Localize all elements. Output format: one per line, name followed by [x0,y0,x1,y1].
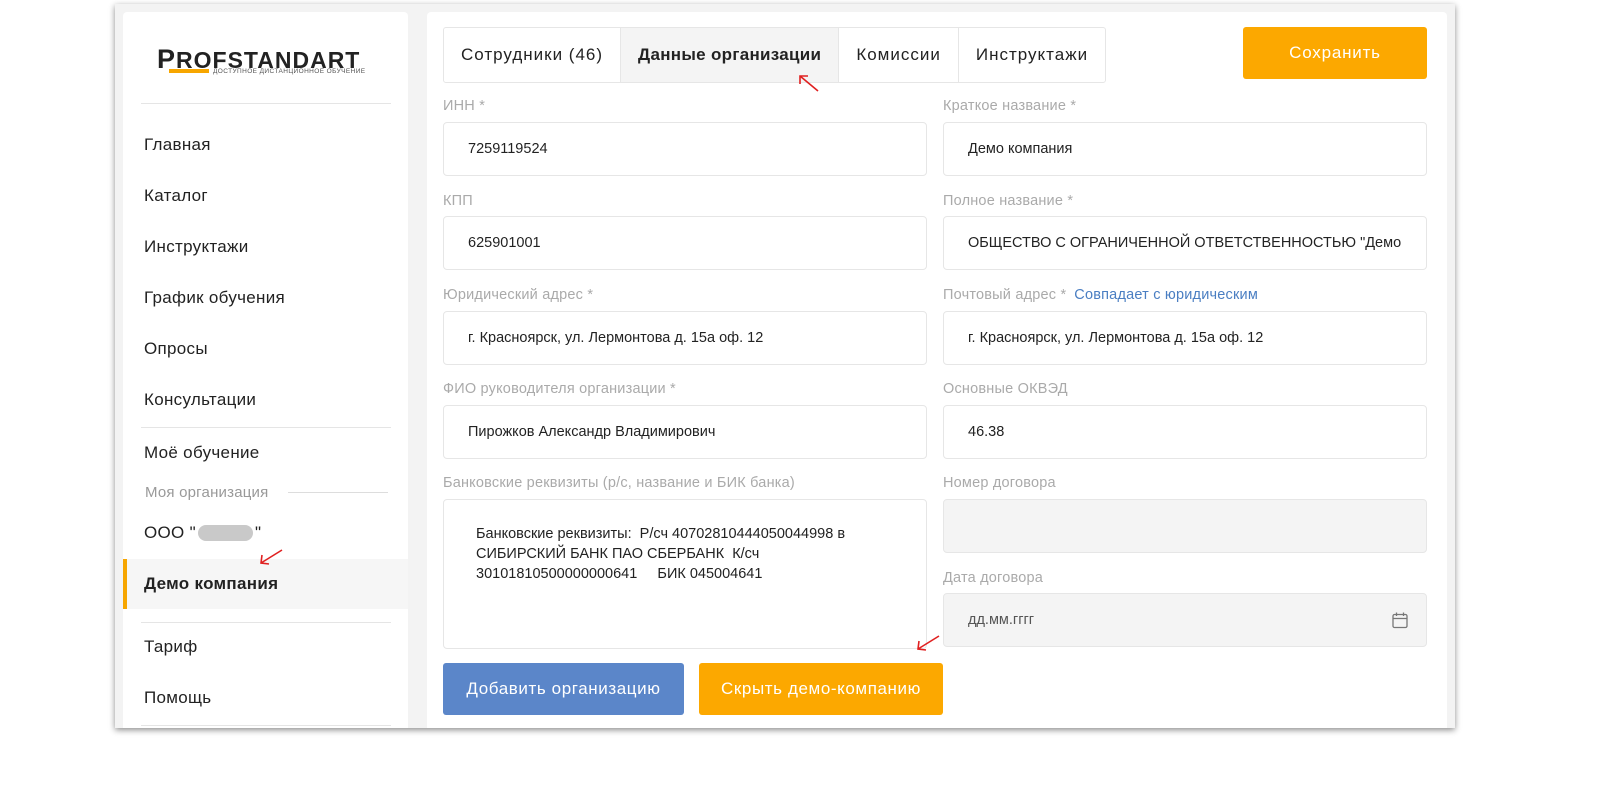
annotation-arrow-icon [260,549,283,565]
contract-number-label: Номер договора [943,475,1056,491]
kpp-field[interactable]: 625901001 [443,216,927,270]
org-prefix: ООО " [144,523,196,542]
bank-details-textarea[interactable]: Банковские реквизиты: Р/сч 4070281044405… [443,499,927,649]
tab-employees[interactable]: Сотрудники (46) [444,28,622,82]
sidebar-item-surveys[interactable]: Опросы [123,324,408,374]
sidebar-item-my-learning[interactable]: Моё обучение [123,428,408,478]
short-name-field[interactable]: Демо компания [943,122,1427,176]
contract-number-field[interactable] [943,499,1427,553]
sidebar-item-help[interactable]: Помощь [123,673,408,723]
kpp-label: КПП [443,193,473,209]
okved-field[interactable]: 46.38 [943,405,1427,459]
sidebar-item-tariff[interactable]: Тариф [123,622,408,672]
section-label-my-org: Моя организация [145,484,269,501]
tab-briefings[interactable]: Инструктажи [959,28,1105,82]
app-window: PROFSTANDART ДОСТУПНОЕ ДИСТАНЦИОННОЕ ОБУ… [115,4,1455,728]
same-as-legal-link[interactable]: Совпадает с юридическим [1074,287,1258,303]
add-organization-button[interactable]: Добавить организацию [443,663,684,715]
annotation-arrow-icon [799,75,819,92]
legal-address-label: Юридический адрес * [443,287,594,303]
short-name-label: Краткое название * [943,98,1077,114]
director-field[interactable]: Пирожков Александр Владимирович [443,405,927,459]
annotation-arrow-icon [917,635,940,651]
legal-address-field[interactable]: г. Красноярск, ул. Лермонтова д. 15а оф.… [443,311,927,365]
full-name-field[interactable]: ОБЩЕСТВО С ОГРАНИЧЕННОЙ ОТВЕТСТВЕННОСТЬЮ… [943,216,1427,270]
sidebar-item-consultations[interactable]: Консультации [123,375,408,425]
calendar-icon[interactable] [1392,612,1408,629]
sidebar-item-home[interactable]: Главная [123,120,408,170]
postal-address-label-text: Почтовый адрес * [943,287,1067,303]
save-button[interactable]: Сохранить [1243,27,1427,79]
redacted-name [197,525,253,541]
director-label: ФИО руководителя организации * [443,381,676,397]
divider [141,103,391,104]
contract-date-label: Дата договора [943,570,1044,586]
bank-label: Банковские реквизиты (р/с, название и БИ… [443,475,795,491]
section-divider [288,492,388,493]
contract-date-placeholder: дд.мм.гггг [968,612,1035,628]
inn-label: ИНН * [443,98,486,114]
okved-label: Основные ОКВЭД [943,381,1068,397]
sidebar: PROFSTANDART ДОСТУПНОЕ ДИСТАНЦИОННОЕ ОБУ… [123,12,408,728]
sidebar-item-catalog[interactable]: Каталог [123,171,408,221]
inn-field[interactable]: 7259119524 [443,122,927,176]
tab-commissions[interactable]: Комиссии [839,28,959,82]
tab-bar: Сотрудники (46) Данные организации Комис… [443,27,1107,83]
postal-address-label: Почтовый адрес * Совпадает с юридическим [943,287,1258,303]
logo[interactable]: PROFSTANDART ДОСТУПНОЕ ДИСТАНЦИОННОЕ ОБУ… [157,44,387,84]
org-suffix: " [254,523,262,542]
divider [141,725,391,726]
contract-date-field[interactable]: дд.мм.гггг [943,593,1427,647]
hide-demo-company-button[interactable]: Скрыть демо-компанию [699,663,943,715]
logo-underline [169,69,209,73]
logo-tagline: ДОСТУПНОЕ ДИСТАНЦИОННОЕ ОБУЧЕНИЕ [213,68,366,75]
full-name-label: Полное название * [943,193,1074,209]
sidebar-item-briefings[interactable]: Инструктажи [123,222,408,272]
sidebar-item-schedule[interactable]: График обучения [123,273,408,323]
postal-address-field[interactable]: г. Красноярск, ул. Лермонтова д. 15а оф.… [943,311,1427,365]
main-panel: Сотрудники (46) Данные организации Комис… [427,12,1447,728]
